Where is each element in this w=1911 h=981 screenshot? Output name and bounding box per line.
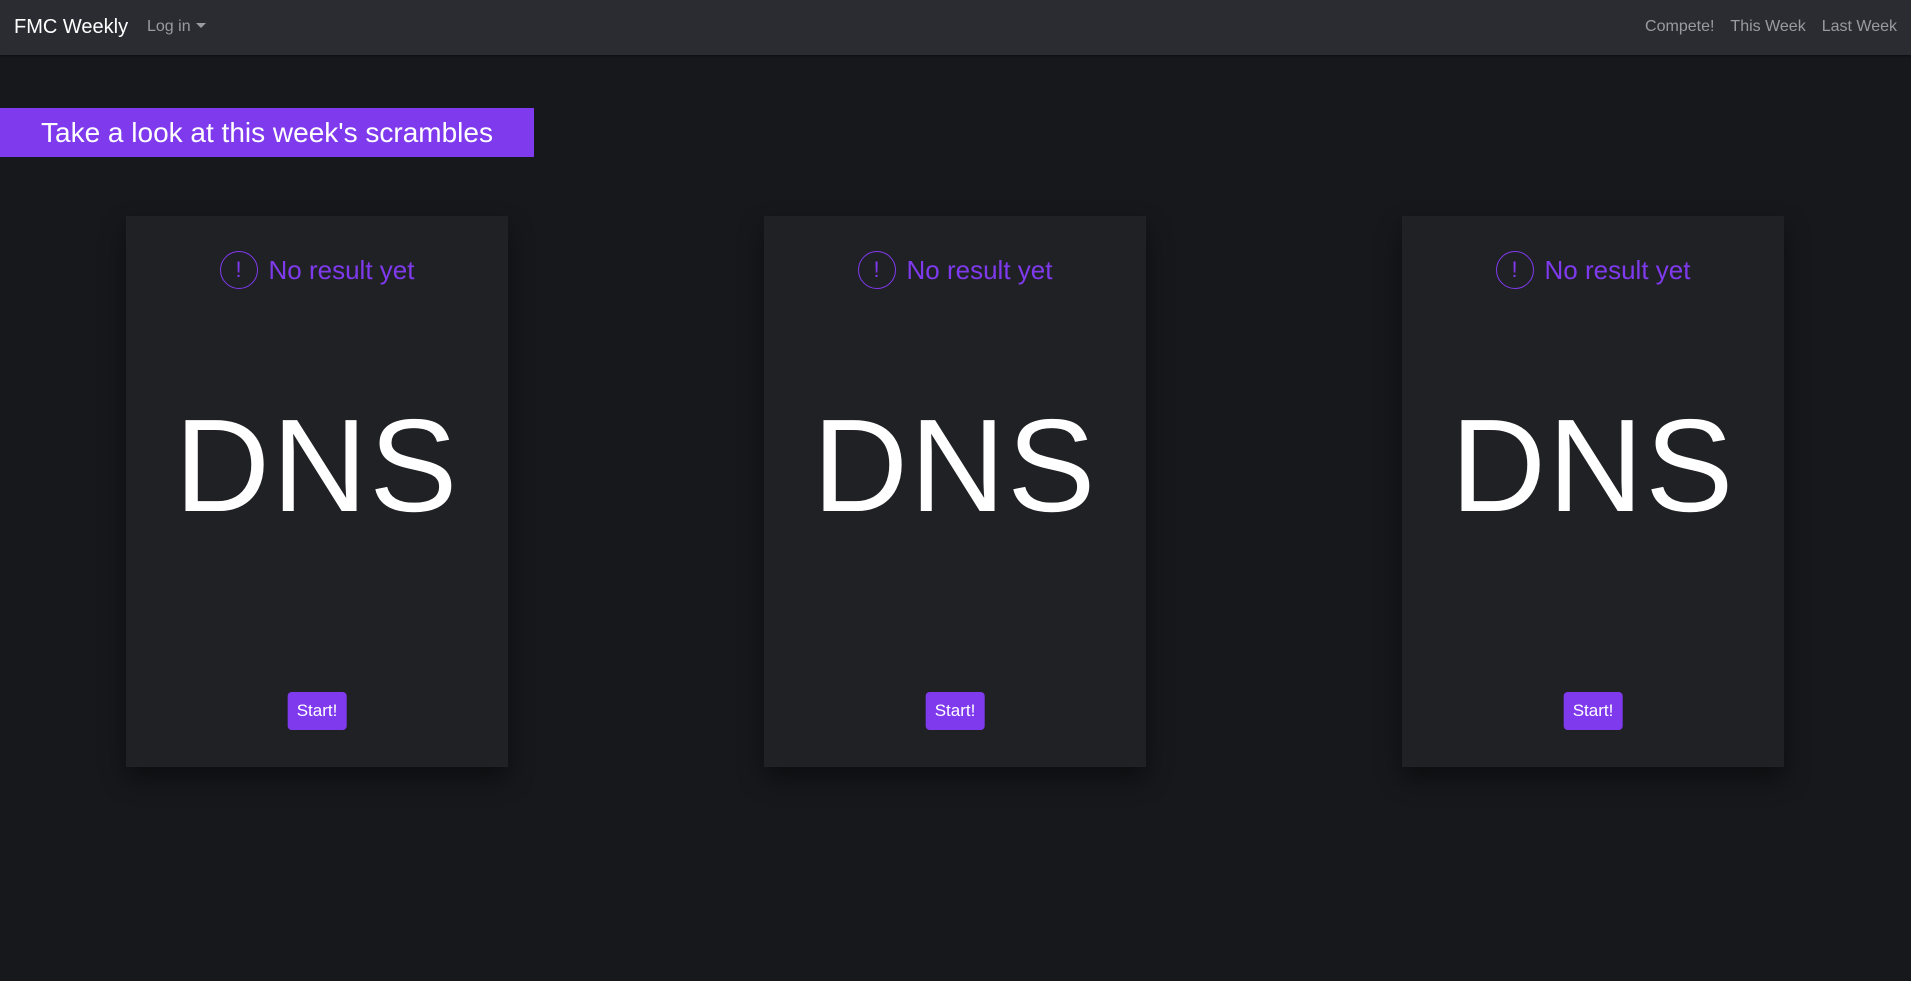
start-button[interactable]: Start! — [287, 692, 347, 730]
status-text: No result yet — [268, 255, 415, 285]
start-button[interactable]: Start! — [1563, 692, 1623, 730]
result-value: DNS — [812, 392, 1098, 539]
nav-link-compete[interactable]: Compete! — [1645, 17, 1714, 37]
start-button[interactable]: Start! — [925, 692, 985, 730]
scrambles-banner: Take a look at this week's scrambles — [0, 108, 534, 157]
scramble-card-2: ! No result yet DNS Start! — [764, 216, 1146, 767]
brand-link[interactable]: FMC Weekly — [14, 14, 128, 40]
status-row: ! No result yet — [764, 250, 1146, 290]
result-value: DNS — [174, 392, 460, 539]
status-text: No result yet — [906, 255, 1053, 285]
caret-down-icon — [195, 23, 206, 28]
scramble-card-3: ! No result yet DNS Start! — [1402, 216, 1784, 767]
status-row: ! No result yet — [126, 250, 508, 290]
status-text: No result yet — [1544, 255, 1691, 285]
exclamation-circle-icon: ! — [857, 251, 896, 289]
login-dropdown[interactable]: Log in — [147, 17, 206, 37]
result-value: DNS — [1450, 392, 1736, 539]
exclamation-circle-icon: ! — [1495, 251, 1534, 289]
top-navbar: FMC Weekly Log in Compete! This Week Las… — [0, 0, 1911, 55]
nav-link-this-week[interactable]: This Week — [1730, 17, 1805, 37]
status-row: ! No result yet — [1402, 250, 1784, 290]
login-label: Log in — [147, 18, 191, 35]
nav-link-last-week[interactable]: Last Week — [1822, 17, 1897, 37]
exclamation-circle-icon: ! — [219, 251, 258, 289]
scramble-card-1: ! No result yet DNS Start! — [126, 216, 508, 767]
nav-links: Compete! This Week Last Week — [1645, 17, 1897, 37]
